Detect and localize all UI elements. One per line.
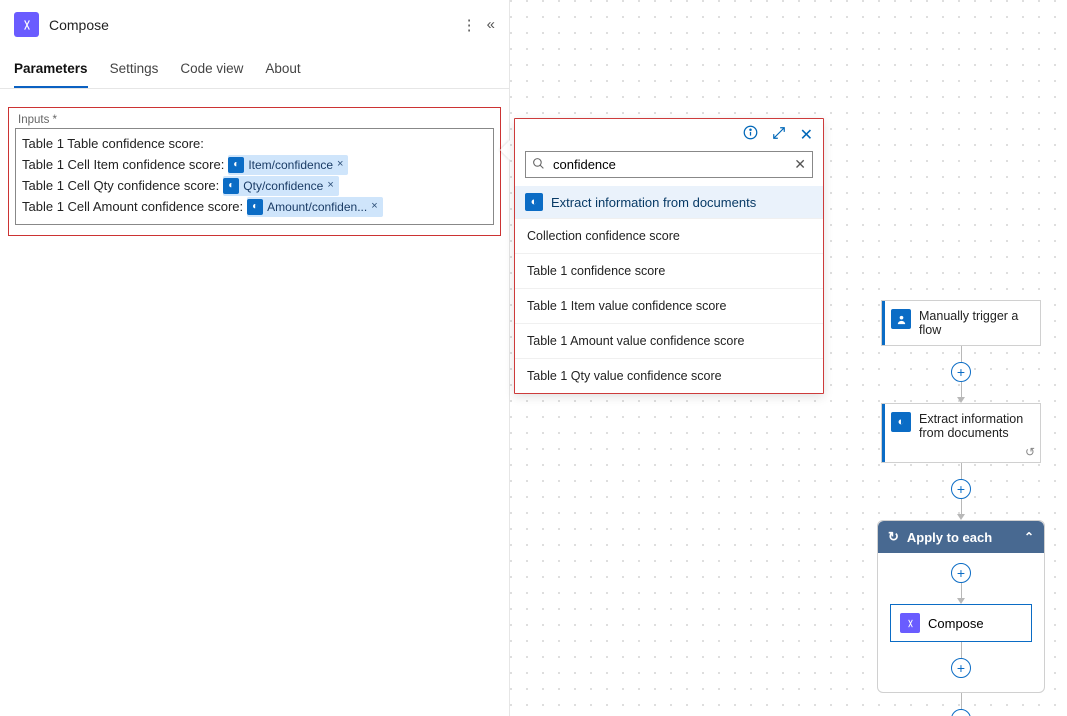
inputs-line4-text: Table 1 Cell Amount confidence score: bbox=[22, 197, 243, 217]
result-collection-confidence[interactable]: Collection confidence score bbox=[515, 218, 823, 253]
loop-icon: ↻ bbox=[888, 529, 899, 545]
result-item-value-confidence[interactable]: Table 1 Item value confidence score bbox=[515, 288, 823, 323]
compose-icon bbox=[14, 12, 39, 37]
token-qty-confidence[interactable]: ◐ Qty/confidence × bbox=[223, 176, 338, 196]
panel-title: Compose bbox=[49, 17, 462, 33]
trigger-icon bbox=[891, 309, 911, 329]
inputs-line1-text: Table 1 Table confidence score: bbox=[22, 134, 204, 154]
connector bbox=[961, 346, 962, 362]
result-qty-value-confidence[interactable]: Table 1 Qty value confidence score bbox=[515, 358, 823, 393]
node-label: Compose bbox=[928, 616, 984, 631]
group-title: Extract information from documents bbox=[551, 195, 756, 210]
panel-header: Compose ⋮ « bbox=[0, 0, 509, 47]
add-step-button[interactable]: + bbox=[951, 563, 971, 583]
node-compose[interactable]: Compose bbox=[890, 604, 1032, 642]
connector bbox=[961, 382, 962, 398]
chevron-up-icon[interactable]: ⌃ bbox=[1024, 530, 1034, 544]
token-item-confidence[interactable]: ◐ Item/confidence × bbox=[228, 155, 348, 175]
apply-label: Apply to each bbox=[907, 530, 992, 545]
close-icon[interactable]: ✕ bbox=[800, 125, 813, 145]
connector-icon: ◐ bbox=[525, 193, 543, 211]
token-remove-icon[interactable]: × bbox=[371, 198, 377, 215]
result-table1-confidence[interactable]: Table 1 confidence score bbox=[515, 253, 823, 288]
add-step-button[interactable]: + bbox=[951, 479, 971, 499]
clear-search-icon[interactable]: ✕ bbox=[794, 156, 806, 173]
more-icon[interactable]: ⋮ bbox=[462, 16, 477, 34]
search-icon bbox=[532, 157, 545, 173]
token-icon: ◐ bbox=[223, 178, 239, 194]
dynamic-content-popup: ✕ ✕ ◐ Extract information from documents… bbox=[514, 118, 824, 394]
inputs-field[interactable]: Table 1 Table confidence score: Table 1 … bbox=[15, 128, 494, 225]
add-step-button[interactable]: + bbox=[951, 658, 971, 678]
tab-settings[interactable]: Settings bbox=[110, 55, 159, 88]
token-amount-confidence[interactable]: ◐ Amount/confiden... × bbox=[247, 197, 383, 217]
tab-codeview[interactable]: Code view bbox=[180, 55, 243, 88]
token-remove-icon[interactable]: × bbox=[327, 177, 333, 194]
ai-builder-icon: ◐ bbox=[891, 412, 911, 432]
linked-icon: ↺ bbox=[1025, 445, 1035, 459]
config-panel: Compose ⋮ « Parameters Settings Code vie… bbox=[0, 0, 510, 716]
token-icon: ◐ bbox=[228, 157, 244, 173]
connector bbox=[961, 499, 962, 515]
token-label: Amount/confiden... bbox=[267, 198, 367, 216]
collapse-icon[interactable]: « bbox=[487, 16, 495, 34]
node-apply-to-each[interactable]: ↻ Apply to each ⌃ + Compose + bbox=[877, 520, 1045, 693]
token-icon: ◐ bbox=[247, 199, 263, 215]
node-stripe bbox=[882, 301, 885, 345]
flow-tree: Manually trigger a flow + ◐ Extract info… bbox=[877, 300, 1045, 716]
inputs-label: Inputs * bbox=[18, 114, 494, 126]
apply-header[interactable]: ↻ Apply to each ⌃ bbox=[878, 521, 1044, 553]
popup-notch bbox=[500, 140, 510, 160]
search-row: ✕ bbox=[525, 151, 813, 178]
inputs-line3-text: Table 1 Cell Qty confidence score: bbox=[22, 176, 219, 196]
connector bbox=[961, 642, 962, 658]
connector bbox=[961, 693, 962, 709]
node-label: Manually trigger a flow bbox=[919, 309, 1031, 337]
tab-about[interactable]: About bbox=[265, 55, 300, 88]
compose-icon bbox=[900, 613, 920, 633]
inputs-line-2: Table 1 Cell Item confidence score: ◐ It… bbox=[22, 155, 487, 175]
connector bbox=[961, 583, 962, 599]
token-label: Item/confidence bbox=[248, 156, 333, 174]
add-step-button[interactable]: + bbox=[951, 362, 971, 382]
node-extract[interactable]: ◐ Extract information from documents ↺ bbox=[881, 403, 1041, 463]
connector bbox=[961, 463, 962, 479]
node-stripe bbox=[882, 404, 885, 462]
token-remove-icon[interactable]: × bbox=[337, 156, 343, 173]
result-amount-value-confidence[interactable]: Table 1 Amount value confidence score bbox=[515, 323, 823, 358]
inputs-line-4: Table 1 Cell Amount confidence score: ◐ … bbox=[22, 197, 487, 217]
flow-canvas[interactable]: ✕ ✕ ◐ Extract information from documents… bbox=[510, 0, 1067, 716]
expand-icon[interactable] bbox=[772, 126, 786, 145]
inputs-line-1: Table 1 Table confidence score: bbox=[22, 134, 487, 154]
add-step-button[interactable]: + bbox=[951, 709, 971, 716]
node-label: Extract information from documents bbox=[919, 412, 1031, 440]
apply-body: + Compose + bbox=[878, 553, 1044, 692]
token-label: Qty/confidence bbox=[243, 177, 323, 195]
node-trigger[interactable]: Manually trigger a flow bbox=[881, 300, 1041, 346]
inputs-line-3: Table 1 Cell Qty confidence score: ◐ Qty… bbox=[22, 176, 487, 196]
inputs-line2-text: Table 1 Cell Item confidence score: bbox=[22, 155, 224, 175]
tab-parameters[interactable]: Parameters bbox=[14, 55, 88, 88]
search-input[interactable] bbox=[549, 155, 794, 174]
inputs-section: Inputs * Table 1 Table confidence score:… bbox=[8, 107, 501, 236]
result-group-header[interactable]: ◐ Extract information from documents bbox=[515, 186, 823, 218]
popup-header: ✕ bbox=[515, 119, 823, 149]
info-icon[interactable] bbox=[743, 125, 758, 145]
tab-bar: Parameters Settings Code view About bbox=[0, 47, 509, 89]
